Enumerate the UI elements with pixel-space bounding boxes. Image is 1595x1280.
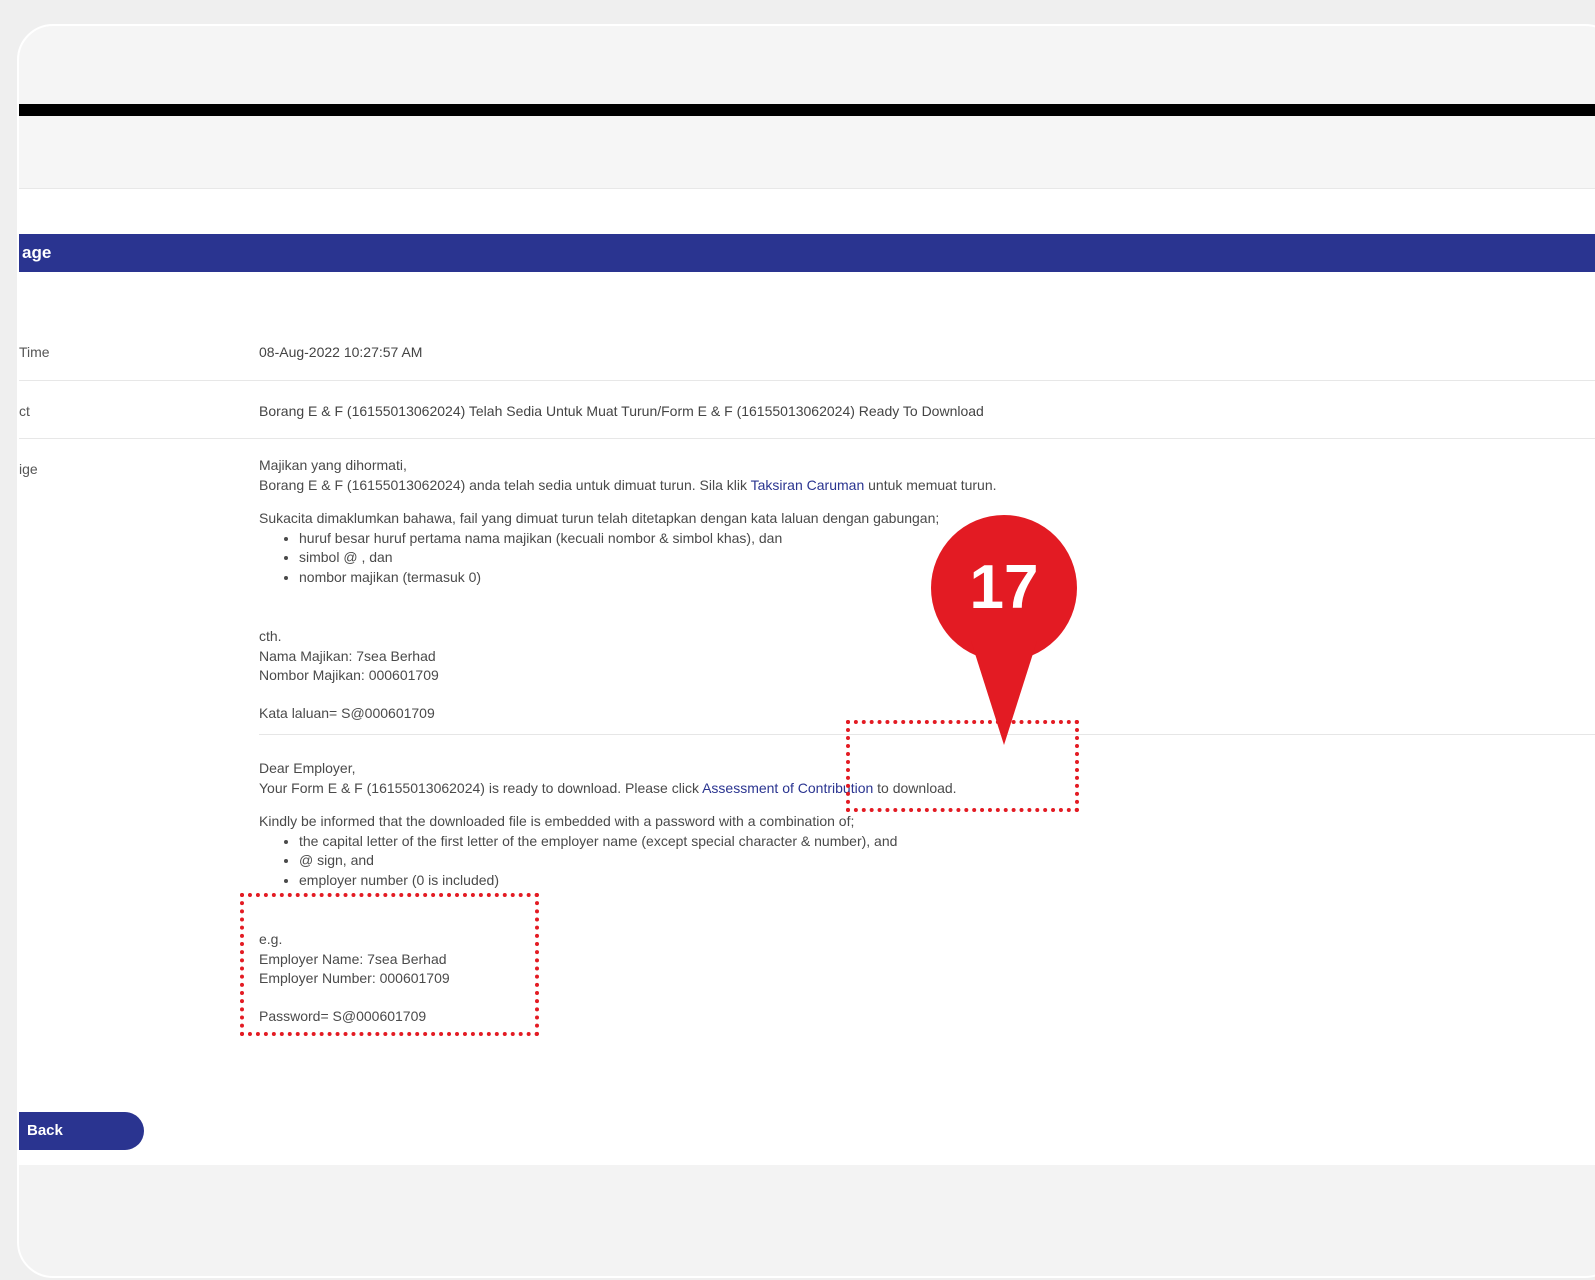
row-label-message: ige xyxy=(19,461,38,477)
taksiran-caruman-link[interactable]: Taksiran Caruman xyxy=(751,477,865,493)
sub-header-band xyxy=(19,116,1595,189)
malay-bullet-list: huruf besar huruf pertama nama majikan (… xyxy=(259,529,1279,588)
malay-greeting: Majikan yang dihormati, xyxy=(259,457,407,473)
malay-eg: cth. xyxy=(259,628,282,644)
malay-employer-number: Nombor Majikan: 000601709 xyxy=(259,667,439,683)
list-item: huruf besar huruf pertama nama majikan (… xyxy=(299,529,1279,549)
list-item: simbol @ , dan xyxy=(299,548,1279,568)
screenshot-frame: age Time 08-Aug-2022 10:27:57 AM ct Bora… xyxy=(17,24,1595,1278)
row-label-time: Time xyxy=(19,344,50,360)
top-black-bar xyxy=(19,104,1595,116)
back-button[interactable]: Back xyxy=(19,1112,144,1150)
list-item: the capital letter of the first letter o… xyxy=(299,832,1279,852)
row-label-subject: ct xyxy=(19,403,30,419)
malay-password: Kata laluan= S@000601709 xyxy=(259,704,435,721)
marker-pointer-icon xyxy=(971,641,1037,745)
malay-intro: Sukacita dimaklumkan bahawa, fail yang d… xyxy=(259,510,940,526)
section-header: age xyxy=(19,234,1595,272)
highlight-link-box xyxy=(846,720,1079,812)
malay-employer-name: Nama Majikan: 7sea Berhad xyxy=(259,647,436,664)
step-marker-17: 17 xyxy=(931,515,1077,661)
row-value-subject: Borang E & F (16155013062024) Telah Sedi… xyxy=(259,403,984,419)
english-greeting: Dear Employer, xyxy=(259,760,356,776)
list-item: @ sign, and xyxy=(299,851,1279,871)
english-intro: Kindly be informed that the downloaded f… xyxy=(259,813,855,829)
row-value-time: 08-Aug-2022 10:27:57 AM xyxy=(259,344,423,360)
malay-download-line: Borang E & F (16155013062024) anda telah… xyxy=(259,476,997,493)
list-item: employer number (0 is included) xyxy=(299,871,1279,891)
list-item: nombor majikan (termasuk 0) xyxy=(299,568,1279,588)
english-download-line: Your Form E & F (16155013062024) is read… xyxy=(259,779,957,796)
bottom-band xyxy=(19,1165,1595,1276)
english-bullet-list: the capital letter of the first letter o… xyxy=(259,832,1279,891)
highlight-example-box xyxy=(240,893,539,1036)
row-divider xyxy=(19,380,1595,381)
